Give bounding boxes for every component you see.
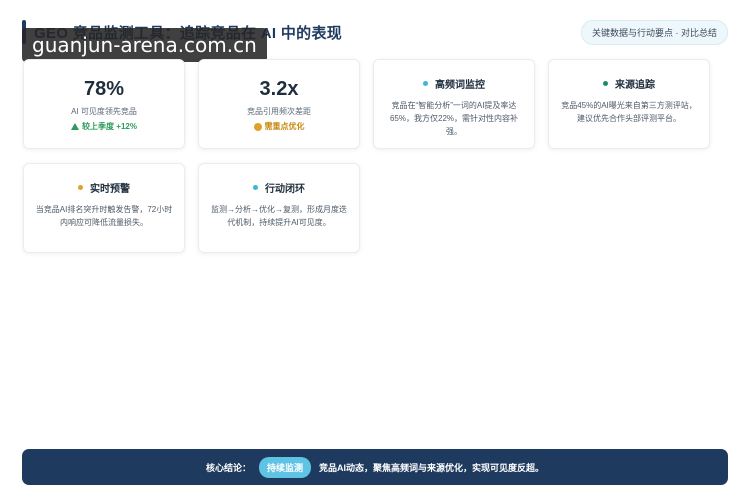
info-card-realtime-alert: 实时预警 当竞品AI排名突升时触发告警，72小时内响应可降低流量损失。 [23,163,185,253]
stat-card-citation-gap: 3.2x 竞品引用频次差距 需重点优化 [198,59,360,149]
conclusion-lead: 核心结论： [205,462,251,473]
bullet-dot-icon [423,81,428,86]
page: GEO 竞品监测工具：追踪竞品在 AI 中的表现 关键数据与行动要点 · 对比总… [0,0,750,500]
stat-note-text: 较上季度 +12% [82,122,137,131]
triangle-up-icon [71,123,80,130]
stat-value: 3.2x [259,78,299,100]
stat-label: 竞品引用频次差距 [247,107,311,116]
conclusion-banner: 核心结论： 持续监测 竞品AI动态，聚焦高频词与来源优化，实现可见度反超。 [22,449,728,485]
conclusion-pill: 持续监测 [258,456,311,478]
info-card-header: 实时预警 [24,180,184,195]
info-card-action-loop: 行动闭环 监测→分析→优化→复测，形成月度迭代机制，持续提升AI可见度。 [198,163,360,253]
info-card-title: 来源追踪 [615,80,655,91]
stat-note: 较上季度 +12% [24,121,184,132]
info-card-body: 竞品45%的AI曝光来自第三方测评站，建议优先合作头部评测平台。 [561,101,697,123]
info-card-title: 高频词监控 [435,80,485,91]
watermark: guanjun-arena.com.cn [22,28,267,62]
info-card-keyword-monitor: 高频词监控 竞品在“智能分析”一词的AI提及率达65%，我方仅22%，需针对性内… [373,59,535,149]
info-card-title: 行动闭环 [265,184,305,195]
info-card-body: 竞品在“智能分析”一词的AI提及率达65%，我方仅22%，需针对性内容补强。 [389,101,519,136]
stat-note: 需重点优化 [199,121,359,132]
warning-dot-icon [253,122,262,131]
info-card-header: 来源追踪 [549,76,709,91]
conclusion-message: 竞品AI动态，聚焦高频词与来源优化，实现可见度反超。 [319,462,545,473]
info-card-header: 高频词监控 [374,76,534,91]
stat-value: 78% [83,78,125,100]
stat-card-visibility: 78% AI 可见度领先竞品 较上季度 +12% [23,59,185,149]
bullet-dot-icon [603,81,608,86]
subtitle-badge: 关键数据与行动要点 · 对比总结 [581,19,728,45]
info-card-body: 当竞品AI排名突升时触发告警，72小时内响应可降低流量损失。 [35,205,173,227]
info-card-header: 行动闭环 [199,180,359,195]
info-card-source-tracking: 来源追踪 竞品45%的AI曝光来自第三方测评站，建议优先合作头部评测平台。 [548,59,710,149]
info-card-title: 实时预警 [90,184,130,195]
stat-note-text: 需重点优化 [264,122,305,131]
info-card-body: 监测→分析→优化→复测，形成月度迭代机制，持续提升AI可见度。 [211,205,347,227]
bullet-dot-icon [253,185,258,190]
bullet-dot-icon [78,185,83,190]
stat-label: AI 可见度领先竞品 [71,107,137,116]
